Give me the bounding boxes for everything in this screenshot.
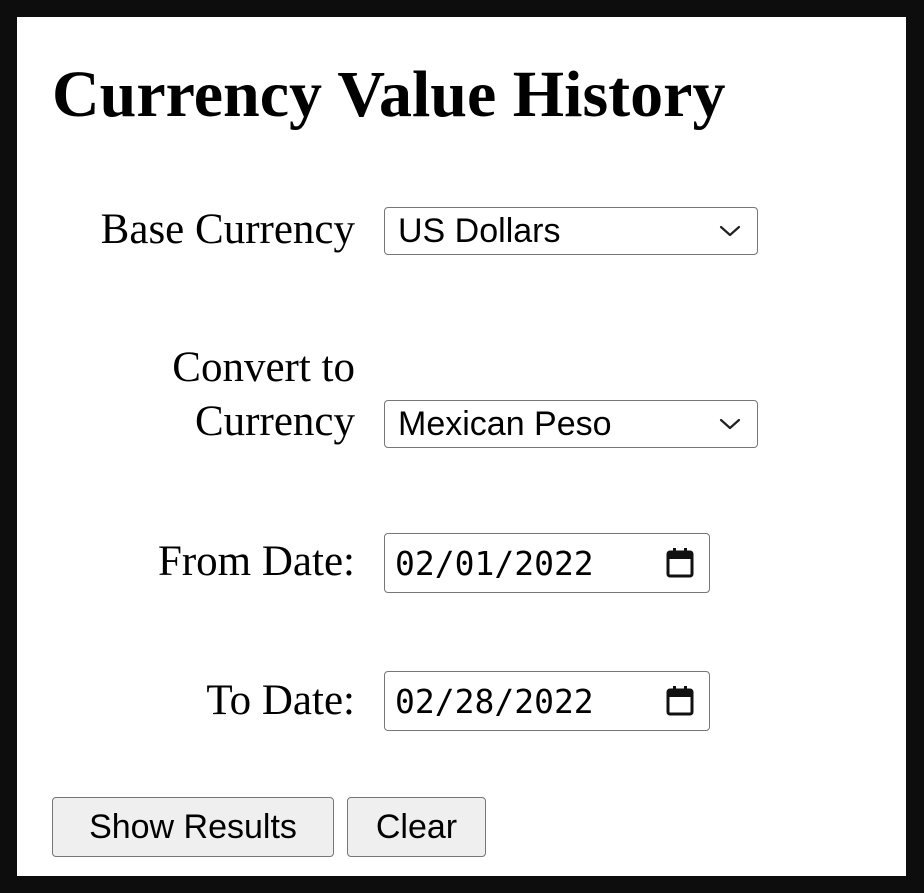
clear-button[interactable]: Clear xyxy=(347,797,486,857)
chevron-down-icon xyxy=(715,414,745,434)
base-currency-value: US Dollars xyxy=(398,211,561,250)
from-date-input[interactable]: 02/01/2022 xyxy=(384,533,710,593)
from-date-label: From Date: xyxy=(157,538,355,585)
calendar-icon[interactable] xyxy=(663,546,697,580)
convert-currency-value: Mexican Peso xyxy=(398,404,612,443)
to-date-label: To Date: xyxy=(206,677,355,724)
base-currency-label: Base Currency xyxy=(100,206,355,253)
to-date-value[interactable]: 02/28/2022 xyxy=(385,682,663,721)
currency-form-page: Currency Value History Base Currency US … xyxy=(17,17,906,876)
show-results-button[interactable]: Show Results xyxy=(52,797,334,857)
convert-currency-label-line2: Currency xyxy=(195,398,355,445)
convert-currency-label-line1: Convert to xyxy=(172,344,355,391)
chevron-down-icon xyxy=(715,221,745,241)
calendar-icon[interactable] xyxy=(663,684,697,718)
to-date-input[interactable]: 02/28/2022 xyxy=(384,671,710,731)
convert-currency-label: Convert to Currency xyxy=(172,341,355,449)
page-title: Currency Value History xyxy=(52,58,726,131)
convert-currency-select[interactable]: Mexican Peso xyxy=(384,400,758,448)
from-date-value[interactable]: 02/01/2022 xyxy=(385,544,663,583)
base-currency-select[interactable]: US Dollars xyxy=(384,207,758,255)
